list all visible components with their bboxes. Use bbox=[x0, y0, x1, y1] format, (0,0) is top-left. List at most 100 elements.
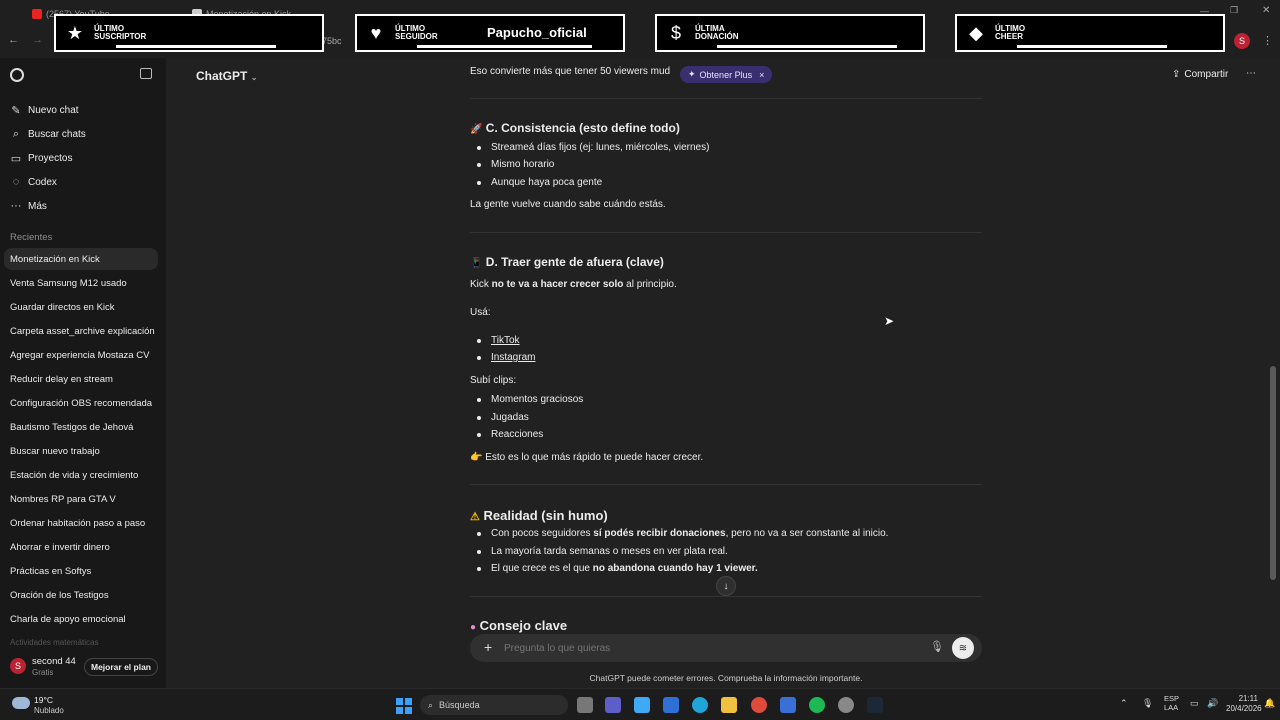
recent-chat-item[interactable]: Reducir delay en stream bbox=[10, 374, 113, 385]
recent-chat-item[interactable]: Guardar directos en Kick bbox=[10, 302, 115, 313]
back-button[interactable]: ← bbox=[8, 34, 19, 46]
voice-mode-button[interactable]: ≋ bbox=[952, 637, 974, 659]
maximize-icon[interactable]: ❐ bbox=[1230, 5, 1238, 16]
sidebar-item-label: Más bbox=[28, 200, 47, 212]
recent-chat-item[interactable]: Prácticas en Softys bbox=[10, 566, 91, 577]
share-icon: ⇪ bbox=[1172, 69, 1181, 80]
lang-code: ESP bbox=[1164, 694, 1180, 703]
more-icon: ··· bbox=[10, 200, 22, 212]
microphone-icon[interactable]: 🎙 bbox=[930, 640, 944, 653]
steam-icon[interactable] bbox=[867, 697, 883, 713]
text-run: El que crece es el que bbox=[491, 563, 593, 574]
divider bbox=[470, 484, 982, 485]
recent-chat-item[interactable]: Actividades matemáticas bbox=[10, 638, 98, 647]
microphone-tray-icon[interactable]: 🎙 bbox=[1142, 698, 1153, 709]
windows-start-icon[interactable] bbox=[396, 698, 412, 714]
user-name[interactable]: second 44 bbox=[32, 656, 76, 667]
recent-chat-item[interactable]: Buscar nuevo trabajo bbox=[10, 446, 100, 457]
message-text: 👉 Esto es lo que más rápido te puede hac… bbox=[470, 452, 703, 463]
scroll-down-button[interactable]: ↓ bbox=[716, 576, 736, 596]
section-heading-text: Consejo clave bbox=[479, 618, 568, 633]
overlay-subscriber: ★ ÚLTIMO SUSCRIPTOR bbox=[54, 14, 324, 52]
assistant-message: Eso convierte más que tener 50 viewers m… bbox=[470, 58, 982, 688]
recent-chat-item[interactable]: Nombres RP para GTA V bbox=[10, 494, 116, 505]
teams-icon[interactable] bbox=[605, 697, 621, 713]
store-icon[interactable] bbox=[663, 697, 679, 713]
rocket-icon: 🚀 bbox=[470, 124, 483, 135]
avatar[interactable]: S bbox=[10, 658, 26, 674]
section-heading: 📱 D. Traer gente de afuera (clave) bbox=[470, 255, 664, 269]
heart-icon: ♥ bbox=[370, 22, 382, 43]
search-icon: ⌕ bbox=[12, 128, 20, 140]
recent-chat-item[interactable]: Venta Samsung M12 usado bbox=[10, 278, 127, 289]
app-icon[interactable] bbox=[780, 697, 796, 713]
share-button[interactable]: ⇪ Compartir bbox=[1172, 69, 1228, 80]
file-explorer-icon[interactable] bbox=[721, 697, 737, 713]
model-selector[interactable]: ChatGPT ⌄ bbox=[196, 69, 257, 83]
scrollbar[interactable] bbox=[1270, 366, 1276, 580]
recent-chat-item[interactable]: Ahorrar e invertir dinero bbox=[10, 542, 110, 553]
spotify-icon[interactable] bbox=[809, 697, 825, 713]
divider bbox=[470, 596, 982, 597]
taskbar-search[interactable]: ⌕ Búsqueda bbox=[420, 695, 568, 715]
profile-avatar[interactable]: S bbox=[1234, 33, 1250, 49]
recent-chat-item[interactable]: Monetización en Kick bbox=[10, 254, 100, 265]
overlay-underline bbox=[417, 45, 592, 48]
recent-chat-item[interactable]: Configuración OBS recomendada bbox=[10, 398, 152, 409]
clock-time: 21:11 bbox=[1238, 694, 1258, 703]
tray-chevron-icon[interactable]: ⌃ bbox=[1120, 698, 1128, 709]
list-item: Con pocos seguidores sí podés recibir do… bbox=[476, 528, 888, 539]
follower-name: Papucho_oficial bbox=[487, 25, 587, 40]
sidebar-item-proyectos[interactable]: ▭ Proyectos bbox=[10, 152, 73, 165]
language-indicator[interactable]: ESP LAA bbox=[1164, 694, 1179, 712]
text-run: Kick bbox=[470, 279, 492, 290]
codex-icon: ◌ bbox=[12, 176, 20, 188]
sidebar-item-nuevo-chat[interactable]: ✎ Nuevo chat bbox=[10, 104, 78, 117]
recent-chat-item[interactable]: Charla de apoyo emocional bbox=[10, 614, 126, 625]
network-icon[interactable]: ▭ bbox=[1190, 698, 1199, 709]
upgrade-plan-button[interactable]: Mejorar el plan bbox=[84, 658, 158, 676]
divider bbox=[470, 232, 982, 233]
recent-chat-item[interactable]: Carpeta asset_archive explicación bbox=[10, 326, 155, 337]
chevron-down-icon: ⌄ bbox=[250, 73, 258, 82]
sidebar-item-buscar-chats[interactable]: ⌕ Buscar chats bbox=[10, 128, 86, 141]
forward-button[interactable]: → bbox=[32, 34, 43, 46]
prompt-input[interactable] bbox=[504, 640, 904, 656]
star-icon: ★ bbox=[66, 22, 84, 43]
volume-icon[interactable]: 🔊 bbox=[1207, 698, 1218, 709]
task-view-icon[interactable] bbox=[577, 697, 593, 713]
obs-icon[interactable] bbox=[838, 697, 854, 713]
diamond-icon: ◆ bbox=[969, 22, 983, 43]
recent-chat-item[interactable]: Estación de vida y crecimiento bbox=[10, 470, 138, 481]
browser-menu-icon[interactable]: ⋮ bbox=[1262, 34, 1273, 47]
list-item: Reacciones bbox=[476, 429, 544, 440]
message-text: Usá: bbox=[470, 307, 491, 318]
recent-chat-item[interactable]: Bautismo Testigos de Jehová bbox=[10, 422, 133, 433]
edge-icon[interactable] bbox=[692, 697, 708, 713]
list-item: La mayoría tarda semanas o meses en ver … bbox=[477, 546, 728, 557]
tip-text: Esto es lo que más rápido te puede hacer… bbox=[485, 452, 704, 463]
dollar-icon: $ bbox=[670, 22, 681, 43]
chrome-icon[interactable] bbox=[751, 697, 767, 713]
openai-logo-icon[interactable] bbox=[10, 68, 24, 82]
recent-chat-item[interactable]: Agregar experiencia Mostaza CV bbox=[10, 350, 149, 361]
sidebar-item-codex[interactable]: ◌ Codex bbox=[10, 176, 57, 188]
close-window-icon[interactable]: ✕ bbox=[1262, 5, 1270, 16]
recent-chat-item[interactable]: Oración de los Testigos bbox=[10, 590, 109, 601]
copilot-icon[interactable] bbox=[634, 697, 650, 713]
overlay-label: CHEER bbox=[995, 32, 1024, 41]
sidebar-toggle-icon[interactable] bbox=[140, 68, 152, 79]
recent-chat-item[interactable]: Ordenar habitación paso a paso bbox=[10, 518, 145, 529]
weather-temp[interactable]: 19°C bbox=[34, 695, 53, 705]
sidebar-item-mas[interactable]: ··· Más bbox=[10, 200, 47, 212]
clock[interactable]: 21:11 20/4/2026 bbox=[1226, 694, 1262, 714]
more-options-icon[interactable]: ⋯ bbox=[1246, 68, 1256, 79]
composer: + 🎙 ≋ bbox=[470, 634, 982, 662]
link-tiktok[interactable]: TikTok bbox=[477, 335, 520, 346]
folder-icon: ▭ bbox=[10, 153, 22, 165]
link-instagram[interactable]: Instagram bbox=[476, 352, 535, 363]
main-panel: ChatGPT ⌄ ✦ Obtener Plus × ⇪ Compartir ⋯… bbox=[166, 58, 1280, 688]
list-item: Momentos graciosos bbox=[476, 394, 584, 405]
add-attachment-icon[interactable]: + bbox=[484, 639, 492, 655]
notification-icon[interactable]: 🔔 bbox=[1264, 698, 1275, 709]
